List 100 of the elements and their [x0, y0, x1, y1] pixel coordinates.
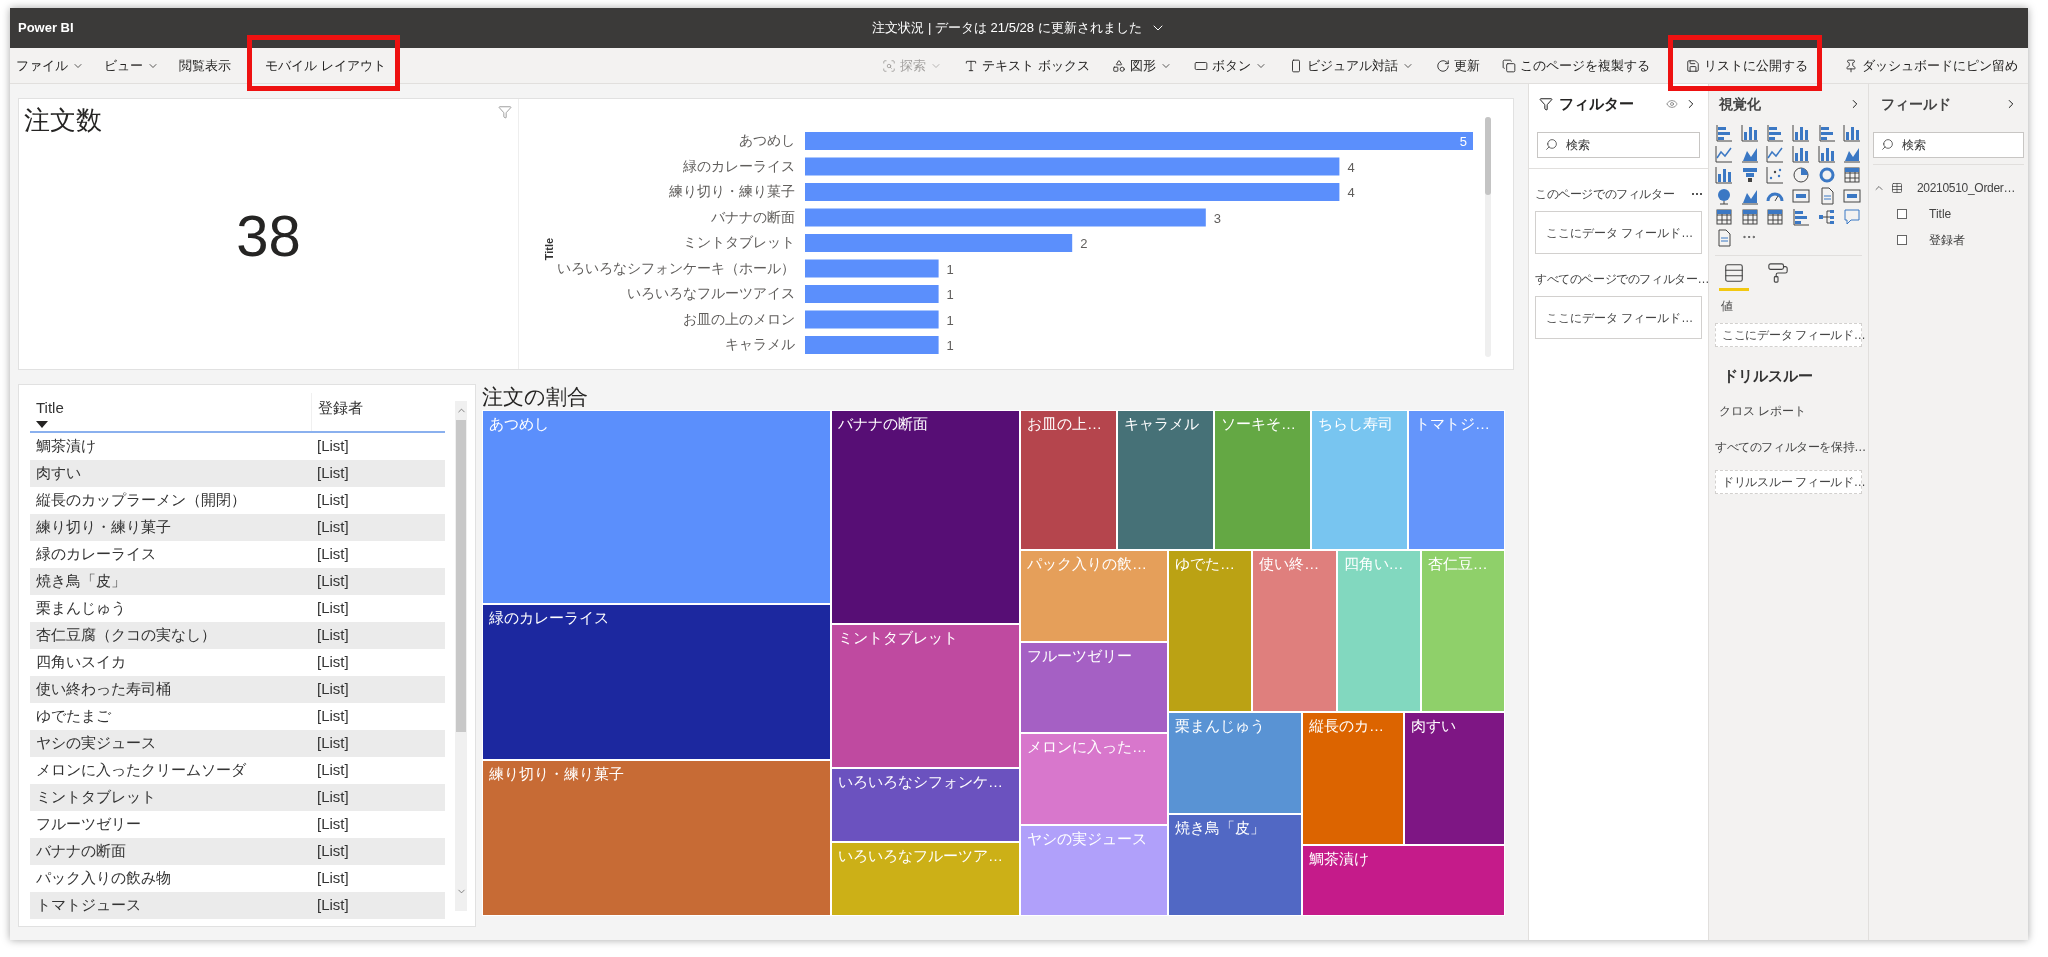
scrollbar-thumb[interactable]	[456, 420, 466, 732]
treemap-tile[interactable]: いろいろなシフォンケ…	[831, 768, 1020, 842]
section-heading: このページでのフィルター	[1535, 186, 1675, 203]
table-cell-text: [List]	[316, 463, 350, 484]
menu-item[interactable]: このページを複製する	[1498, 47, 1654, 84]
number-card-icon[interactable]	[1792, 187, 1810, 205]
treemap-tile[interactable]: 鯛茶漬け	[1302, 845, 1505, 916]
rows-icon	[1723, 262, 1745, 284]
search-icon	[1881, 138, 1894, 151]
line-chart-icon[interactable]	[1715, 145, 1733, 163]
column-chart-icon[interactable]	[1817, 145, 1836, 163]
document-icon[interactable]	[1715, 229, 1733, 247]
treemap-tile[interactable]: フルーツゼリー	[1020, 641, 1168, 733]
drop-zone[interactable]: ここにデータ フィールド…	[1535, 211, 1702, 254]
table-cell-text: メロンに入ったクリームソーダ	[35, 760, 247, 781]
number-card-icon[interactable]	[1843, 187, 1862, 205]
treemap-tile[interactable]: 縦長のカ…	[1302, 712, 1404, 846]
menu-item[interactable]: 更新	[1432, 47, 1484, 84]
category-label: ミントタブレット	[683, 234, 795, 250]
table-cell-text: 練り切り・練り菓子	[35, 517, 172, 538]
field-label: Title	[1929, 206, 1952, 223]
pane-title: 視覚化	[1719, 94, 1761, 114]
column-header[interactable]: 登録者	[311, 393, 445, 431]
card-visual[interactable]: 注文数 38	[19, 99, 519, 369]
table-cell-text: [List]	[316, 706, 350, 727]
report-title[interactable]: 注文状況 | データは 21/5/28 に更新されました	[872, 18, 1166, 38]
table-node[interactable]: 20210510_Order…	[1873, 179, 2024, 197]
search-field[interactable]: 検索	[1873, 132, 2024, 158]
table-cell-text: 緑のカレーライス	[35, 544, 157, 565]
pie-chart-icon[interactable]	[1792, 166, 1810, 184]
value-label: 2	[1080, 236, 1088, 251]
menu-item[interactable]: ビュー	[100, 47, 163, 84]
value-label: 1	[946, 261, 954, 277]
menu-item[interactable]: モバイル レイアウト	[261, 47, 390, 84]
treemap-tile[interactable]: バナナの断面	[831, 410, 1020, 624]
table-cell-text: 四角いスイカ	[35, 652, 127, 673]
treemap-tile[interactable]: 緑のカレーライス	[482, 604, 831, 760]
text-box-icon	[964, 58, 979, 73]
treemap-tile[interactable]: 焼き鳥「皮」	[1168, 814, 1302, 916]
axis-title: Title	[543, 237, 555, 261]
table-cell-text: [List]	[316, 787, 350, 808]
bar-chart-icon[interactable]	[1817, 124, 1836, 142]
scatter-chart-icon[interactable]	[1766, 166, 1785, 184]
category-label: 緑のカレーライス	[683, 157, 795, 174]
table-cell-text: ヤシの実ジュース	[35, 733, 157, 754]
drop-zone[interactable]: ここにデータ フィールド…	[1715, 323, 1862, 347]
value-label: 4	[1347, 185, 1355, 200]
search-field[interactable]: 検索	[1537, 132, 1700, 158]
menu-item[interactable]: ビジュアル対話	[1285, 47, 1418, 84]
scrollbar-thumb[interactable]	[1485, 117, 1491, 195]
hierarchy-icon[interactable]	[1817, 208, 1836, 226]
speech-bubble-icon[interactable]	[1843, 208, 1862, 226]
table-cell-text: [List]	[316, 490, 350, 511]
card-title: 注文数	[24, 104, 102, 137]
donut-chart-icon[interactable]	[1817, 166, 1836, 184]
treemap-tile[interactable]: キャラメル	[1117, 410, 1214, 550]
scrollbar-track[interactable]	[455, 401, 467, 911]
menu-item[interactable]: リストに公開する	[1682, 47, 1812, 84]
treemap-tile[interactable]: ミントタブレット	[831, 624, 1020, 768]
checkbox[interactable]	[1897, 235, 1907, 245]
checkbox[interactable]	[1897, 209, 1907, 219]
scrollbar-track[interactable]	[1485, 117, 1491, 357]
value-label: 5	[1459, 134, 1467, 149]
grid-icon[interactable]	[1740, 208, 1759, 226]
table-cell-text: [List]	[316, 436, 350, 457]
column-chart-icon[interactable]	[1792, 124, 1810, 142]
treemap-tile[interactable]: 肉すい	[1403, 712, 1505, 846]
treemap-title: 注文の割合	[482, 384, 589, 410]
table-cell-text: トマトジュース	[35, 895, 142, 916]
funnel-chart-icon[interactable]	[1740, 166, 1759, 184]
treemap-tile[interactable]: お皿の上…	[1020, 410, 1117, 550]
bar-chart-icon[interactable]	[1766, 124, 1785, 142]
grid-icon[interactable]	[1715, 208, 1733, 226]
eye-icon[interactable]	[1666, 98, 1678, 110]
menu-item[interactable]: 閲覧表示	[175, 47, 235, 84]
grid-icon[interactable]	[1843, 166, 1862, 184]
bar-chart-icon[interactable]	[1792, 208, 1810, 226]
menu-item[interactable]: ファイル	[12, 47, 88, 84]
column-chart-icon[interactable]	[1715, 166, 1733, 184]
table-cell-text: 使い終わった寿司桶	[35, 679, 172, 700]
tall-rectangle-icon	[1289, 58, 1303, 73]
drop-zone[interactable]: ここにデータ フィールド…	[1535, 296, 1702, 339]
grid-icon[interactable]	[1766, 208, 1785, 226]
menu-item[interactable]: ダッシュボードにピン留め	[1840, 47, 2022, 84]
treemap-tile[interactable]: 練り切り・練り菓子	[482, 760, 831, 916]
menu-item[interactable]: ボタン	[1190, 47, 1271, 84]
bar-chart-icon[interactable]	[1715, 124, 1733, 142]
fields-tab[interactable]	[1719, 262, 1749, 291]
column-chart-icon[interactable]	[1740, 124, 1759, 142]
drop-zone[interactable]: ドリルスルー フィールド…	[1715, 469, 1862, 494]
menu-item[interactable]: 図形	[1108, 47, 1176, 84]
column-header[interactable]: Title	[30, 393, 311, 431]
table-icon	[1891, 182, 1903, 194]
globe-icon[interactable]	[1715, 187, 1733, 205]
category-label: あつめし	[739, 132, 795, 148]
menu-item[interactable]: テキスト ボックス	[960, 47, 1094, 84]
column-chart-icon[interactable]	[1792, 145, 1810, 163]
column-chart-icon[interactable]	[1843, 124, 1862, 142]
line-chart-icon[interactable]	[1766, 145, 1785, 163]
field-label: 登録者	[1929, 232, 1965, 249]
